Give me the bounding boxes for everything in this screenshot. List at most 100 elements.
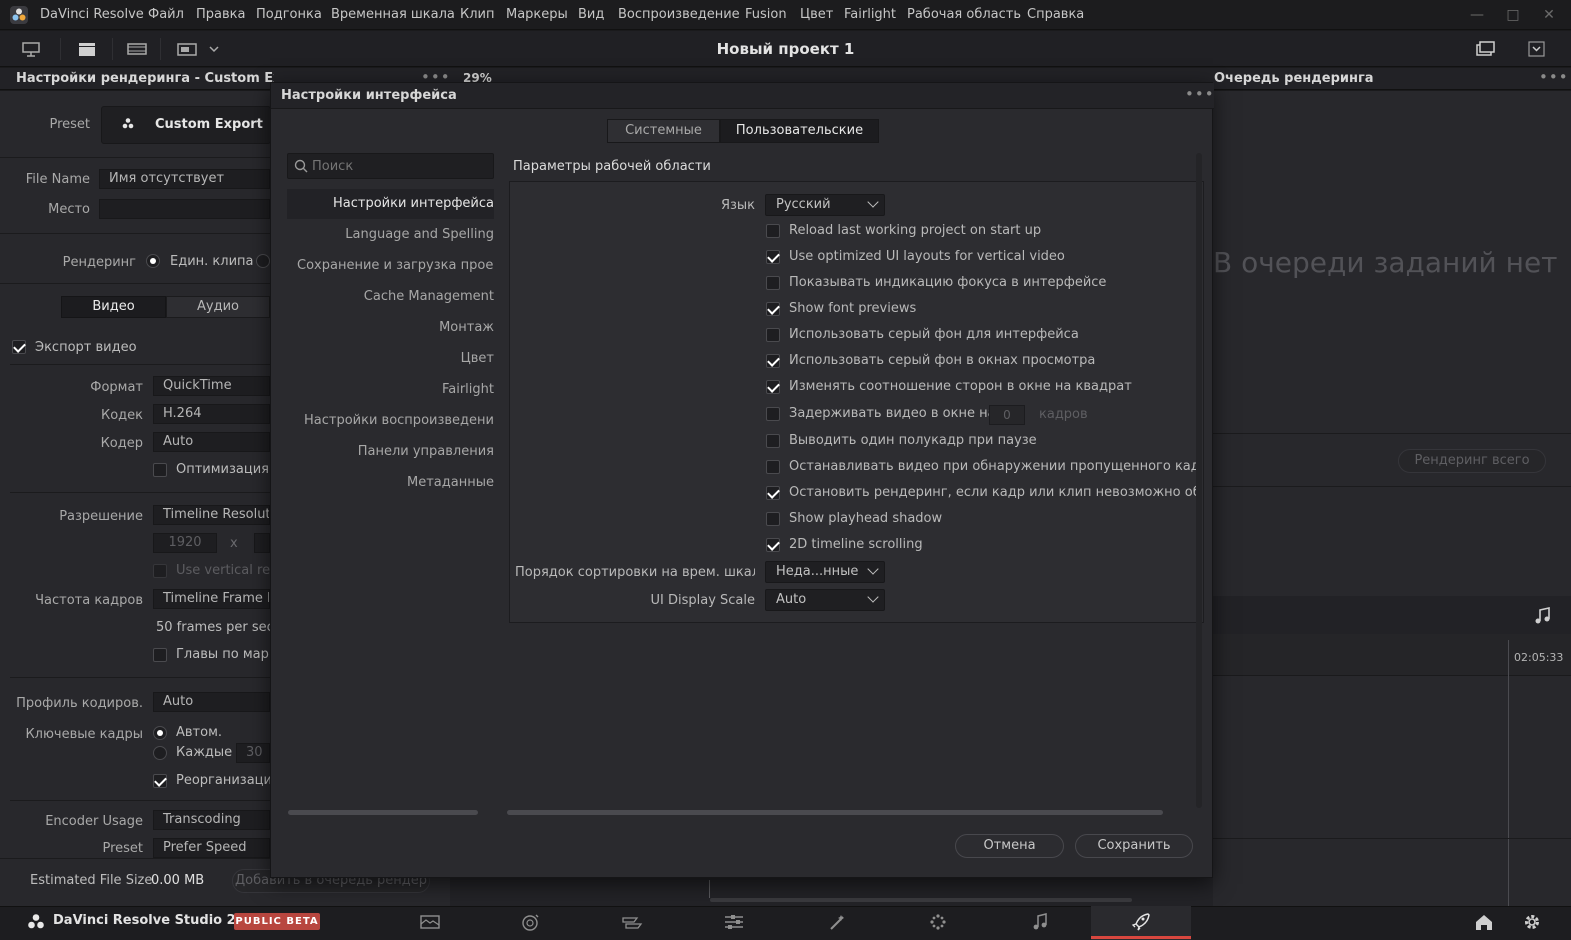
menu-fairlight[interactable]: Fairlight: [844, 7, 896, 22]
codec-dropdown[interactable]: H.264: [153, 404, 270, 424]
menu-timeline[interactable]: Временная шкала: [331, 7, 455, 22]
delay-video-label: Задерживать видео в окне на: [789, 406, 989, 421]
color-page-icon[interactable]: [826, 912, 850, 932]
queue-more-icon[interactable]: •••: [1539, 68, 1569, 86]
media-page-icon[interactable]: [418, 912, 442, 932]
location-input[interactable]: [99, 199, 270, 219]
square-aspect-label: Изменять соотношение сторон в окне на кв…: [789, 379, 1132, 394]
gear-icon[interactable]: [1520, 912, 1544, 932]
use-vertical-checkbox[interactable]: [153, 564, 167, 578]
timeline-2d-scroll-checkbox[interactable]: [766, 538, 780, 552]
reload-project-checkbox[interactable]: [766, 224, 780, 238]
tab-audio[interactable]: Аудио: [166, 296, 270, 318]
menu-color[interactable]: Цвет: [800, 7, 833, 22]
file-name-label: File Name: [25, 172, 90, 187]
field-on-pause-checkbox[interactable]: [766, 434, 780, 448]
encoder-usage-dropdown[interactable]: Transcoding: [153, 810, 270, 830]
format-dropdown[interactable]: QuickTime: [153, 376, 270, 396]
encoder-dropdown[interactable]: Auto: [153, 432, 270, 452]
tab-system[interactable]: Системные: [607, 119, 720, 143]
content-scrollbar[interactable]: [507, 810, 1163, 815]
dialog-more-icon[interactable]: •••: [1185, 85, 1215, 103]
nav-scrollbar[interactable]: [288, 810, 478, 815]
resolve-logo-icon: [26, 912, 46, 932]
resolution-width-input[interactable]: 1920: [153, 533, 217, 553]
tab-video[interactable]: Видео: [61, 296, 166, 318]
audio-page-icon[interactable]: [1028, 912, 1052, 932]
fusion-page-icon[interactable]: [722, 912, 746, 932]
render-queue-panel: [1213, 91, 1571, 906]
maximize-icon[interactable]: □: [1504, 6, 1522, 24]
reorder-checkbox[interactable]: [153, 774, 167, 788]
render-single-radio[interactable]: [146, 254, 160, 268]
menu-clip[interactable]: Клип: [460, 7, 495, 22]
music-note-icon[interactable]: [1532, 606, 1552, 626]
keyframes-auto-radio[interactable]: [153, 726, 167, 740]
edit-page-icon[interactable]: [620, 912, 644, 932]
resolution-dropdown[interactable]: Timeline Resolution: [153, 505, 270, 525]
nav-metadata[interactable]: Метаданные: [304, 475, 494, 490]
nav-language[interactable]: Language and Spelling: [304, 227, 494, 242]
close-icon[interactable]: ✕: [1540, 6, 1558, 24]
vertical-scrollbar[interactable]: [1196, 153, 1202, 808]
menu-markers[interactable]: Маркеры: [506, 7, 568, 22]
menu-fusion[interactable]: Fusion: [745, 7, 787, 22]
search-icon: [294, 159, 308, 173]
gray-ui-checkbox[interactable]: [766, 328, 780, 342]
expand-icon[interactable]: [1526, 39, 1548, 59]
tab-user[interactable]: Пользовательские: [720, 119, 879, 143]
rocket-icon[interactable]: [1129, 912, 1153, 932]
font-previews-checkbox[interactable]: [766, 302, 780, 316]
keyframes-every-radio[interactable]: [153, 746, 167, 760]
square-aspect-checkbox[interactable]: [766, 380, 780, 394]
playhead-shadow-checkbox[interactable]: [766, 512, 780, 526]
stop-render-checkbox[interactable]: [766, 486, 780, 500]
delay-frames-input[interactable]: 0: [989, 405, 1025, 425]
preset2-dropdown[interactable]: Prefer Speed: [153, 838, 270, 858]
menu-workspace[interactable]: Рабочая область: [907, 7, 1021, 22]
nav-control-panels[interactable]: Панели управления: [304, 444, 494, 459]
delay-video-checkbox[interactable]: [766, 407, 780, 421]
render-all-button[interactable]: Рендеринг всего: [1398, 449, 1546, 473]
export-video-checkbox[interactable]: [12, 340, 26, 354]
render-queue-toggle-icon[interactable]: [1474, 39, 1496, 59]
menu-view[interactable]: Вид: [578, 7, 604, 22]
vertical-layout-checkbox[interactable]: [766, 250, 780, 264]
language-dropdown[interactable]: Русский: [765, 194, 885, 216]
fairlight-dots-icon[interactable]: [926, 912, 950, 932]
cancel-button[interactable]: Отмена: [955, 834, 1064, 858]
stop-on-dropped-checkbox[interactable]: [766, 460, 780, 474]
resolution-height-input[interactable]: [254, 533, 270, 553]
viewer-scrollbar[interactable]: [710, 898, 1132, 902]
render-multiple-radio[interactable]: [256, 254, 270, 268]
save-button[interactable]: Сохранить: [1075, 834, 1193, 858]
menu-help[interactable]: Справка: [1027, 7, 1084, 22]
menu-trim[interactable]: Подгонка: [256, 7, 322, 22]
gray-viewer-checkbox[interactable]: [766, 354, 780, 368]
nav-color[interactable]: Цвет: [304, 351, 494, 366]
nav-edit[interactable]: Монтаж: [304, 320, 494, 335]
optimize-checkbox[interactable]: [153, 463, 167, 477]
nav-playback[interactable]: Настройки воспроизведения: [304, 413, 494, 428]
viewer-scrubber[interactable]: [709, 880, 710, 898]
nav-cache[interactable]: Cache Management: [304, 289, 494, 304]
home-icon[interactable]: [1472, 912, 1496, 932]
minimize-icon[interactable]: —: [1468, 6, 1486, 24]
nav-save-load[interactable]: Сохранение и загрузка проекта: [297, 258, 494, 273]
file-name-input[interactable]: Имя отсутствует: [99, 169, 270, 189]
nav-fairlight[interactable]: Fairlight: [304, 382, 494, 397]
search-box[interactable]: [287, 153, 494, 179]
chapters-checkbox[interactable]: [153, 648, 167, 662]
cut-page-icon[interactable]: [518, 912, 542, 932]
menu-edit[interactable]: Правка: [196, 7, 245, 22]
nav-interface-settings[interactable]: Настройки интерфейса: [304, 196, 494, 211]
sort-order-dropdown[interactable]: Неда...нные: [765, 561, 885, 583]
ui-scale-dropdown[interactable]: Auto: [765, 589, 885, 611]
menu-file[interactable]: Файл: [148, 7, 184, 22]
framerate-dropdown[interactable]: Timeline Frame Rate: [153, 589, 270, 609]
focus-indicator-checkbox[interactable]: [766, 276, 780, 290]
profile-dropdown[interactable]: Auto: [153, 692, 270, 712]
menu-playback[interactable]: Воспроизведение: [618, 7, 740, 22]
keyframes-every-input[interactable]: 30: [236, 743, 270, 763]
search-input[interactable]: [312, 157, 487, 175]
